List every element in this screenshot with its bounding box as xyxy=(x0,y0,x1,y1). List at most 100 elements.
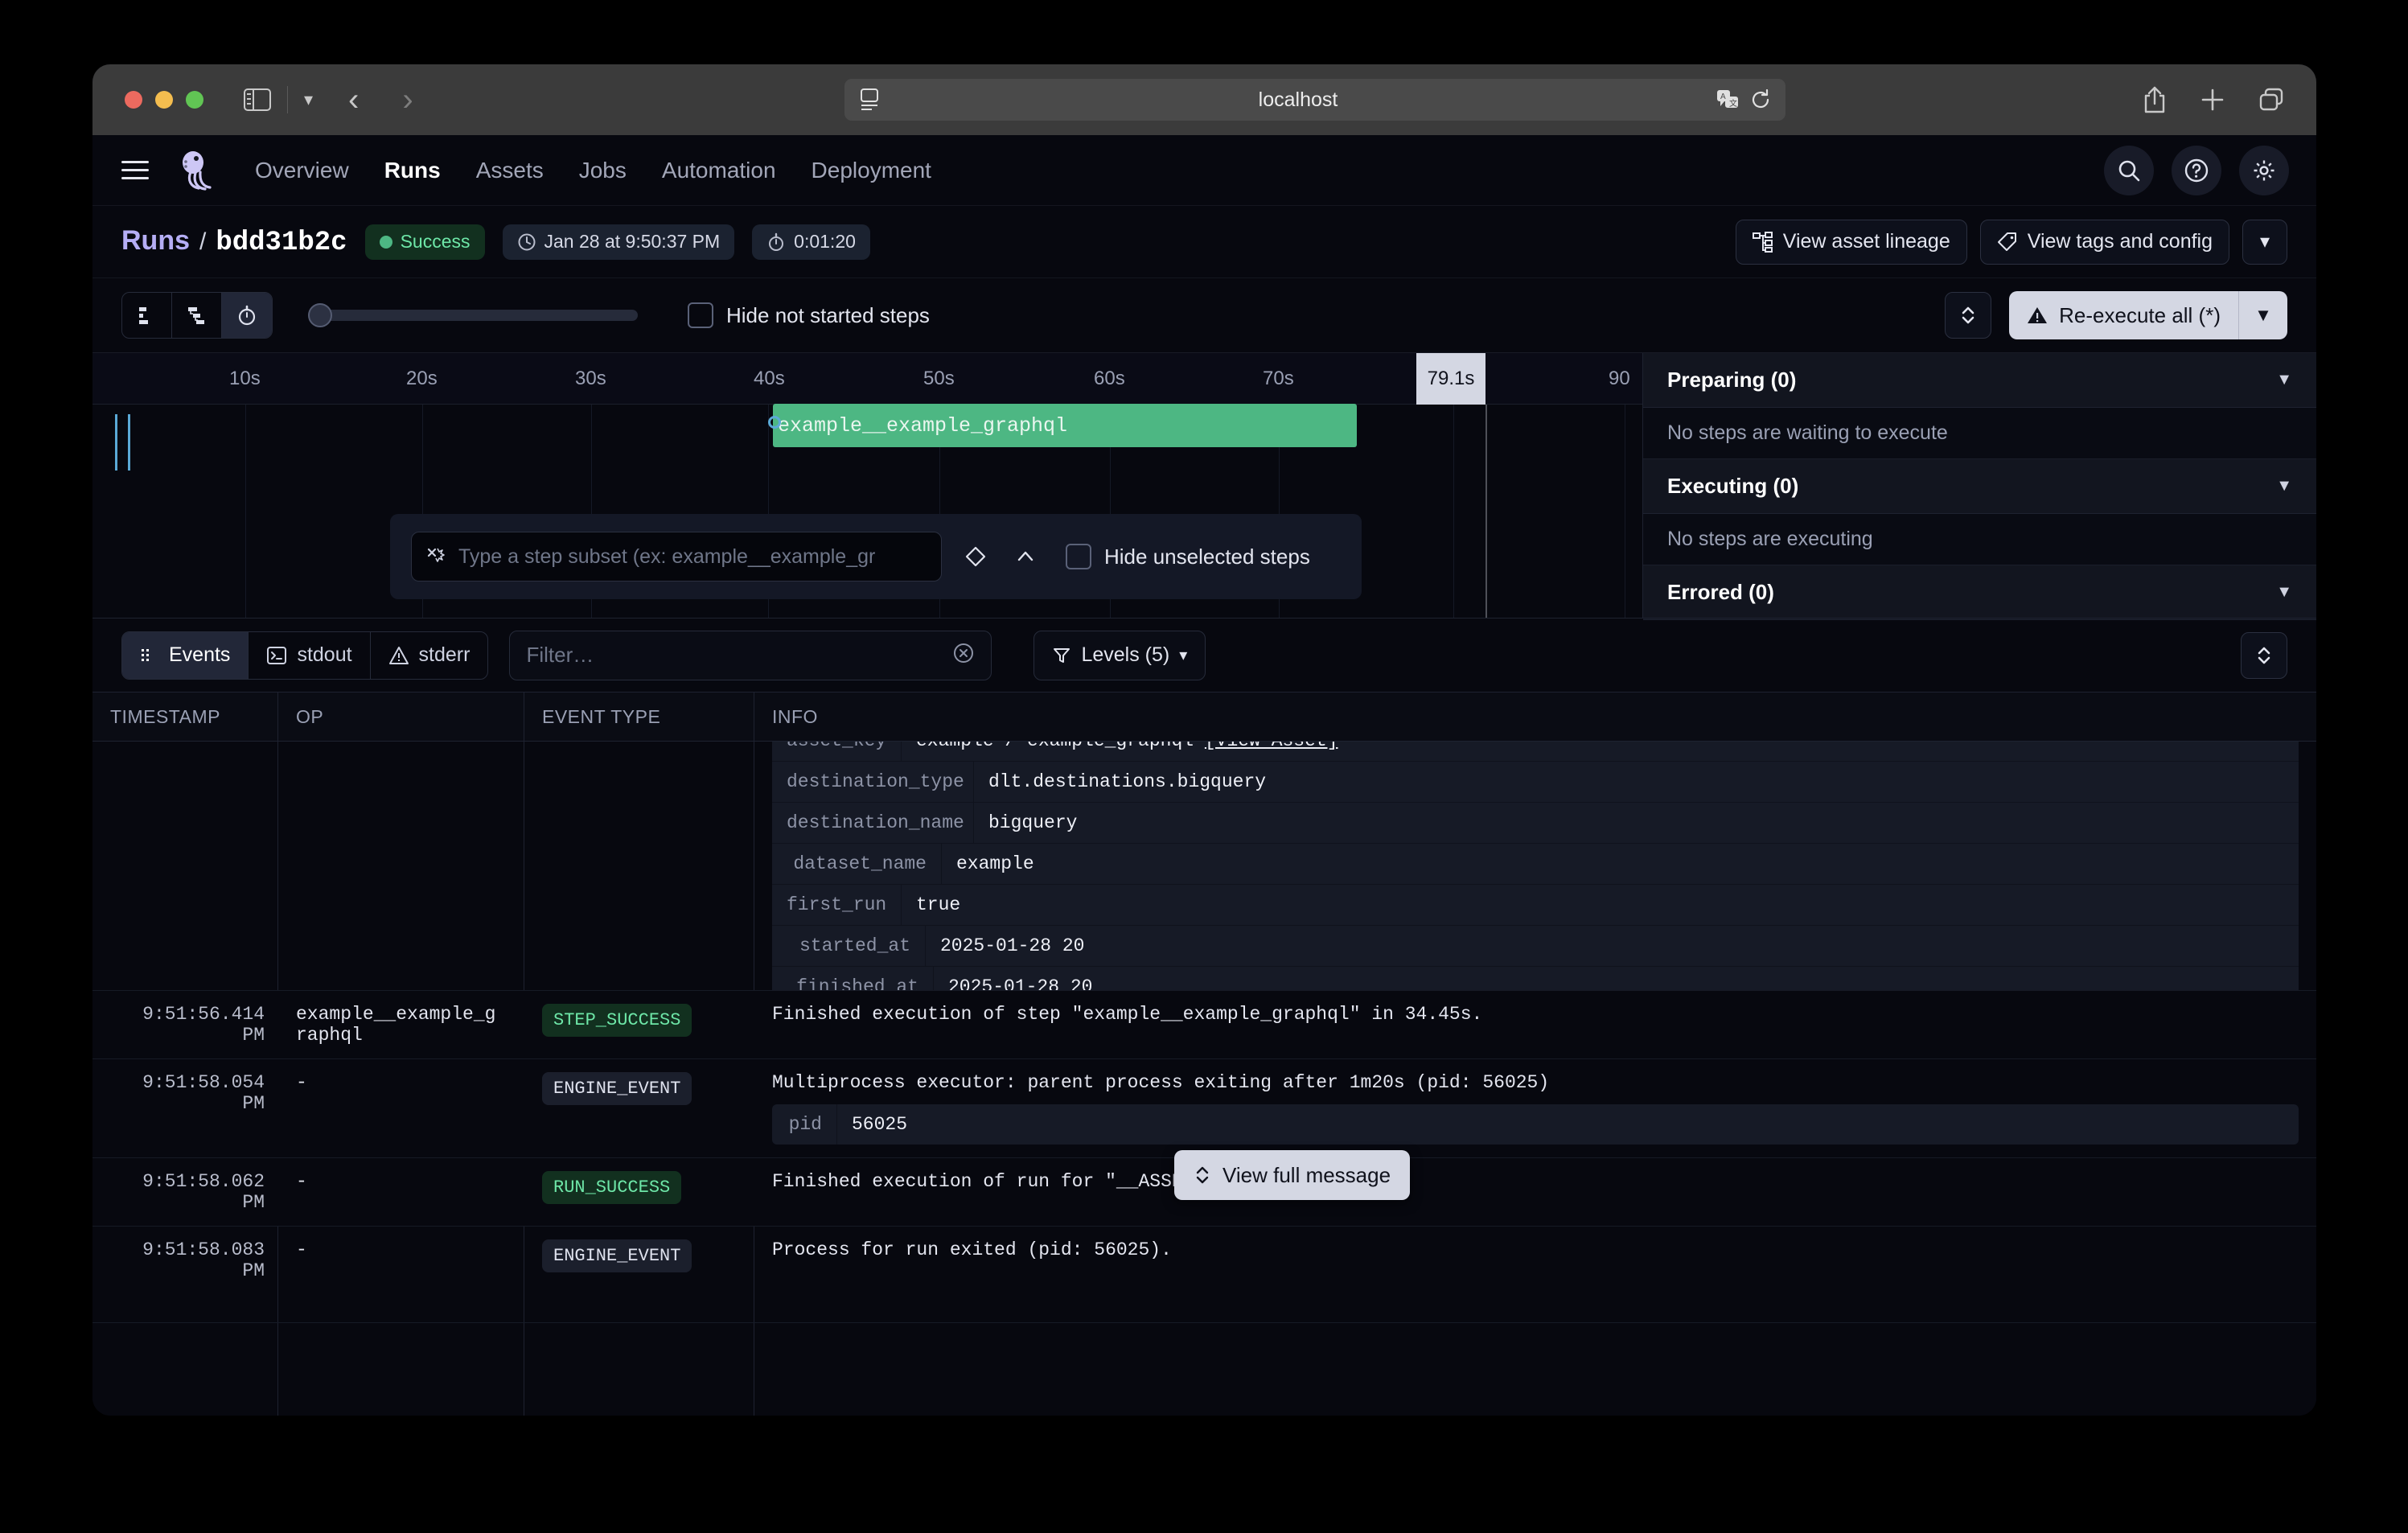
forward-arrow-icon[interactable]: › xyxy=(402,84,413,116)
nav-item-runs[interactable]: Runs xyxy=(384,158,441,183)
view-mode-timing[interactable] xyxy=(222,293,272,338)
levels-label: Levels (5) xyxy=(1081,643,1170,666)
breadcrumb-runs-link[interactable]: Runs xyxy=(121,225,190,257)
tab-events[interactable]: Events xyxy=(122,631,249,679)
chevron-down-icon[interactable]: ▼ xyxy=(2276,477,2292,495)
hide-unselected-checkbox-row[interactable]: Hide unselected steps xyxy=(1066,544,1310,569)
sidebar-icon[interactable] xyxy=(244,88,271,111)
nav-item-assets[interactable]: Assets xyxy=(476,158,544,183)
chevron-down-icon[interactable]: ▼ xyxy=(2276,583,2292,602)
plus-icon[interactable] xyxy=(2200,88,2225,112)
nav-item-automation[interactable]: Automation xyxy=(662,158,776,183)
view-mode-waterfall[interactable] xyxy=(172,293,222,338)
logs-toolbar-actions xyxy=(2241,631,2287,679)
metadata-key: dataset_name xyxy=(793,853,927,874)
primary-nav: Overview Runs Assets Jobs Automation Dep… xyxy=(255,158,931,183)
section-executing[interactable]: Executing (0) ▼ xyxy=(1643,459,2316,514)
gear-icon[interactable] xyxy=(2239,146,2289,195)
table-row[interactable]: asset_key example / example_graphql [Vie… xyxy=(92,742,2316,991)
row-event-type: ENGINE_EVENT xyxy=(524,1227,754,1322)
nav-item-deployment[interactable]: Deployment xyxy=(812,158,931,183)
window-controls[interactable] xyxy=(125,91,203,109)
close-window-button[interactable] xyxy=(125,91,142,109)
gantt-expand-toggle-button[interactable] xyxy=(1945,292,1992,339)
re-execute-all-main[interactable]: Re-execute all (*) xyxy=(2009,303,2238,328)
duration-pill[interactable]: 0:01:20 xyxy=(752,224,870,260)
dagster-logo[interactable] xyxy=(173,148,218,193)
gantt-zoom-slider[interactable] xyxy=(308,303,638,327)
started-time-pill[interactable]: Jan 28 at 9:50:37 PM xyxy=(502,224,735,260)
slider-handle[interactable] xyxy=(308,303,332,327)
table-row[interactable]: 9:51:58.083 PM - ENGINE_EVENT Process fo… xyxy=(92,1227,2316,1323)
metadata-row: first_run true xyxy=(772,885,2299,926)
view-asset-lineage-button[interactable]: View asset lineage xyxy=(1735,219,1967,265)
share-icon[interactable] xyxy=(2143,86,2167,113)
hamburger-icon[interactable] xyxy=(121,161,149,179)
caret-down-icon: ▼ xyxy=(2254,305,2272,325)
hide-not-started-checkbox[interactable] xyxy=(688,302,713,328)
row-info-text: Multiprocess executor: parent process ex… xyxy=(772,1072,1550,1093)
chevron-down-icon[interactable]: ▾ xyxy=(304,89,313,110)
nav-item-jobs[interactable]: Jobs xyxy=(579,158,627,183)
gantt-marker-line xyxy=(128,414,130,471)
clear-circle-icon[interactable] xyxy=(952,642,975,668)
slider-track xyxy=(308,310,638,321)
event-log-header-row: TIMESTAMP OP EVENT TYPE INFO xyxy=(92,692,2316,742)
gantt-chart: 10s 20s 30s 40s 50s 60s 70s 80s 90 79.1s xyxy=(92,352,2316,620)
tab-stderr[interactable]: stderr xyxy=(371,632,488,679)
axis-tick: 60s xyxy=(1094,368,1125,389)
logs-expand-toggle-button[interactable] xyxy=(2241,631,2287,679)
section-preparing[interactable]: Preparing (0) ▼ xyxy=(1643,353,2316,408)
metadata-value: dlt.destinations.bigquery xyxy=(973,762,1280,802)
browser-window: ▾ ‹ › localhost A文 Overview Runs Assets … xyxy=(92,64,2316,1416)
address-bar[interactable]: localhost A文 xyxy=(844,79,1785,121)
back-arrow-icon[interactable]: ‹ xyxy=(348,84,359,116)
axis-tick: 90 xyxy=(1609,368,1630,389)
status-dot-icon xyxy=(379,235,392,249)
layers-icon[interactable] xyxy=(960,545,992,569)
section-preparing-title: Preparing (0) xyxy=(1667,368,1797,392)
search-icon[interactable] xyxy=(2104,146,2154,195)
breadcrumb-separator: / xyxy=(199,228,207,255)
step-subset-input[interactable]: Type a step subset (ex: example__example… xyxy=(411,532,942,582)
chevron-down-icon[interactable]: ▼ xyxy=(2276,371,2292,389)
hide-not-started-checkbox-row[interactable]: Hide not started steps xyxy=(688,302,930,328)
chevron-up-icon[interactable] xyxy=(1009,549,1042,565)
warning-triangle-icon xyxy=(2028,307,2048,323)
nav-item-overview[interactable]: Overview xyxy=(255,158,349,183)
translate-icon[interactable]: A文 xyxy=(1716,89,1739,110)
table-row[interactable]: 9:51:58.054 PM - ENGINE_EVENT Multiproce… xyxy=(92,1059,2316,1158)
reader-view-icon[interactable] xyxy=(859,88,880,112)
run-more-actions-button[interactable]: ▾ xyxy=(2242,219,2287,265)
levels-filter-button[interactable]: Levels (5) ▾ xyxy=(1033,630,1206,680)
tab-overview-icon[interactable] xyxy=(2258,87,2284,113)
row-timestamp: 9:51:58.054 PM xyxy=(142,1072,265,1114)
tab-stderr-label: stderr xyxy=(418,643,471,666)
minimize-window-button[interactable] xyxy=(155,91,173,109)
status-badge[interactable]: Success xyxy=(364,224,485,260)
view-tags-and-config-label: View tags and config xyxy=(2027,230,2213,253)
section-preparing-empty: No steps are waiting to execute xyxy=(1643,408,2316,459)
section-executing-title: Executing (0) xyxy=(1667,474,1799,498)
view-asset-link[interactable]: [View Asset] xyxy=(1205,742,1338,751)
reload-icon[interactable] xyxy=(1750,89,1771,110)
maximize-window-button[interactable] xyxy=(186,91,203,109)
metadata-row: finished_at 2025-01-28 20 xyxy=(772,967,2299,990)
axis-tick: 70s xyxy=(1263,368,1294,389)
view-mode-flat-list[interactable] xyxy=(122,293,172,338)
row-timestamp: 9:51:56.414 PM xyxy=(142,1004,265,1046)
filter-input[interactable]: Filter… xyxy=(509,630,992,680)
gantt-step-bar[interactable]: example__example_graphql xyxy=(773,404,1357,447)
view-tags-and-config-button[interactable]: View tags and config xyxy=(1979,219,2229,265)
help-icon[interactable] xyxy=(2172,146,2221,195)
table-row[interactable]: 9:51:56.414 PM example__example_graphql … xyxy=(92,991,2316,1059)
tab-stdout[interactable]: stdout xyxy=(249,631,371,679)
view-full-message-button[interactable]: View full message xyxy=(1174,1150,1411,1200)
flat-list-icon xyxy=(138,307,148,324)
column-header-info: INFO xyxy=(772,705,818,727)
re-execute-caret-button[interactable]: ▼ xyxy=(2239,305,2287,326)
hide-unselected-checkbox[interactable] xyxy=(1066,544,1091,569)
section-errored[interactable]: Errored (0) ▼ xyxy=(1643,565,2316,620)
re-execute-all-button[interactable]: Re-execute all (*) ▼ xyxy=(2009,291,2287,339)
run-id: bdd31b2c xyxy=(216,228,347,258)
